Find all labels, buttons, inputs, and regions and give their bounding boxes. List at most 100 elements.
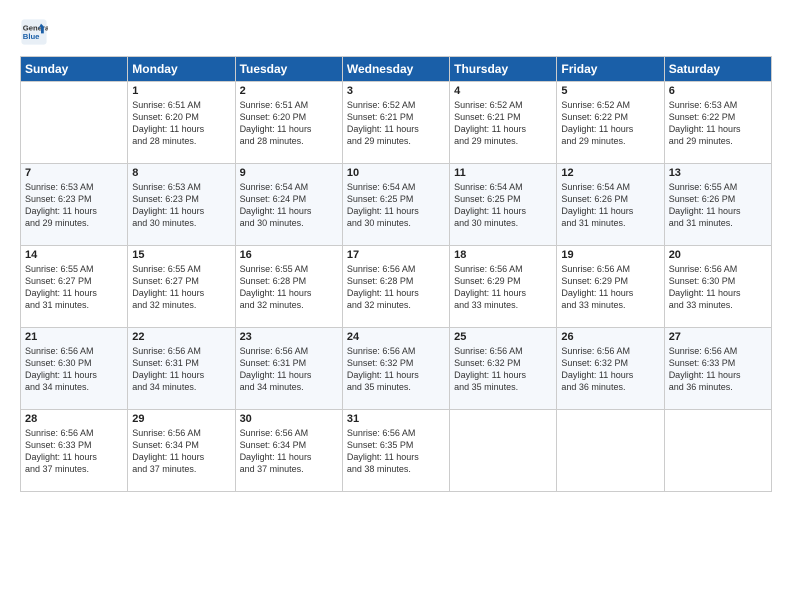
day-cell: 24Sunrise: 6:56 AM Sunset: 6:32 PM Dayli… (342, 328, 449, 410)
day-number: 10 (347, 167, 445, 179)
day-cell: 25Sunrise: 6:56 AM Sunset: 6:32 PM Dayli… (450, 328, 557, 410)
day-number: 16 (240, 249, 338, 261)
day-number: 23 (240, 331, 338, 343)
col-header-saturday: Saturday (664, 57, 771, 82)
col-header-tuesday: Tuesday (235, 57, 342, 82)
day-number: 30 (240, 413, 338, 425)
day-cell: 1Sunrise: 6:51 AM Sunset: 6:20 PM Daylig… (128, 82, 235, 164)
day-cell: 4Sunrise: 6:52 AM Sunset: 6:21 PM Daylig… (450, 82, 557, 164)
col-header-thursday: Thursday (450, 57, 557, 82)
day-cell: 18 Sunrise: 6:56 AM Sunset: 6:29 PM Dayli… (450, 246, 557, 328)
day-number: 26 (561, 331, 659, 343)
day-cell: 19 Sunrise: 6:56 AM Sunset: 6:29 PM Dayli… (557, 246, 664, 328)
day-number: 22 (132, 331, 230, 343)
day-info: Sunrise: 6:56 AM Sunset: 6:30 PM Dayligh… (669, 263, 767, 312)
day-cell: 14 Sunrise: 6:55 AM Sunset: 6:27 PM Dayli… (21, 246, 128, 328)
day-info: Sunrise: 6:56 AM Sunset: 6:31 PM Dayligh… (132, 345, 230, 394)
col-header-wednesday: Wednesday (342, 57, 449, 82)
day-info: Sunrise: 6:55 AM Sunset: 6:27 PM Dayligh… (132, 263, 230, 312)
week-row-1: 1Sunrise: 6:51 AM Sunset: 6:20 PM Daylig… (21, 82, 772, 164)
day-number: 20 (669, 249, 767, 261)
day-info: Sunrise: 6:55 AM Sunset: 6:27 PM Dayligh… (25, 263, 123, 312)
day-number: 4 (454, 85, 552, 97)
day-info: Sunrise: 6:52 AM Sunset: 6:21 PM Dayligh… (347, 99, 445, 148)
day-cell (557, 410, 664, 492)
day-cell: 30 Sunrise: 6:56 AM Sunset: 6:34 PM Dayli… (235, 410, 342, 492)
svg-text:Blue: Blue (23, 32, 40, 41)
day-info: Sunrise: 6:53 AM Sunset: 6:23 PM Dayligh… (25, 181, 123, 230)
day-cell: 15 Sunrise: 6:55 AM Sunset: 6:27 PM Dayli… (128, 246, 235, 328)
col-header-friday: Friday (557, 57, 664, 82)
day-number: 27 (669, 331, 767, 343)
day-cell: 13Sunrise: 6:55 AM Sunset: 6:26 PM Dayli… (664, 164, 771, 246)
day-cell: 16 Sunrise: 6:55 AM Sunset: 6:28 PM Dayli… (235, 246, 342, 328)
calendar-table: SundayMondayTuesdayWednesdayThursdayFrid… (20, 56, 772, 492)
day-cell (450, 410, 557, 492)
day-info: Sunrise: 6:55 AM Sunset: 6:28 PM Dayligh… (240, 263, 338, 312)
day-cell: 31 Sunrise: 6:56 AM Sunset: 6:35 PM Dayli… (342, 410, 449, 492)
day-number: 19 (561, 249, 659, 261)
day-cell: 6 Sunrise: 6:53 AM Sunset: 6:22 PM Daylig… (664, 82, 771, 164)
day-cell (21, 82, 128, 164)
week-row-3: 14 Sunrise: 6:55 AM Sunset: 6:27 PM Dayli… (21, 246, 772, 328)
day-info: Sunrise: 6:56 AM Sunset: 6:33 PM Dayligh… (669, 345, 767, 394)
day-cell: 28Sunrise: 6:56 AM Sunset: 6:33 PM Dayli… (21, 410, 128, 492)
day-cell: 12 Sunrise: 6:54 AM Sunset: 6:26 PM Dayli… (557, 164, 664, 246)
day-number: 24 (347, 331, 445, 343)
day-number: 8 (132, 167, 230, 179)
day-number: 6 (669, 85, 767, 97)
day-info: Sunrise: 6:56 AM Sunset: 6:34 PM Dayligh… (132, 427, 230, 476)
day-number: 12 (561, 167, 659, 179)
day-info: Sunrise: 6:54 AM Sunset: 6:25 PM Dayligh… (454, 181, 552, 230)
day-cell: 2Sunrise: 6:51 AM Sunset: 6:20 PM Daylig… (235, 82, 342, 164)
day-info: Sunrise: 6:56 AM Sunset: 6:28 PM Dayligh… (347, 263, 445, 312)
week-row-5: 28Sunrise: 6:56 AM Sunset: 6:33 PM Dayli… (21, 410, 772, 492)
day-info: Sunrise: 6:55 AM Sunset: 6:26 PM Dayligh… (669, 181, 767, 230)
col-header-sunday: Sunday (21, 57, 128, 82)
day-info: Sunrise: 6:56 AM Sunset: 6:33 PM Dayligh… (25, 427, 123, 476)
day-cell: 29 Sunrise: 6:56 AM Sunset: 6:34 PM Dayli… (128, 410, 235, 492)
day-info: Sunrise: 6:56 AM Sunset: 6:34 PM Dayligh… (240, 427, 338, 476)
header-row: SundayMondayTuesdayWednesdayThursdayFrid… (21, 57, 772, 82)
day-cell: 9 Sunrise: 6:54 AM Sunset: 6:24 PM Daylig… (235, 164, 342, 246)
day-info: Sunrise: 6:56 AM Sunset: 6:35 PM Dayligh… (347, 427, 445, 476)
day-info: Sunrise: 6:56 AM Sunset: 6:32 PM Dayligh… (561, 345, 659, 394)
day-cell: 22 Sunrise: 6:56 AM Sunset: 6:31 PM Dayli… (128, 328, 235, 410)
day-cell: 7 Sunrise: 6:53 AM Sunset: 6:23 PM Daylig… (21, 164, 128, 246)
header: General Blue (20, 18, 772, 46)
day-info: Sunrise: 6:54 AM Sunset: 6:26 PM Dayligh… (561, 181, 659, 230)
day-info: Sunrise: 6:54 AM Sunset: 6:24 PM Dayligh… (240, 181, 338, 230)
day-number: 1 (132, 85, 230, 97)
day-cell: 5Sunrise: 6:52 AM Sunset: 6:22 PM Daylig… (557, 82, 664, 164)
day-cell: 21 Sunrise: 6:56 AM Sunset: 6:30 PM Dayli… (21, 328, 128, 410)
day-cell (664, 410, 771, 492)
day-number: 3 (347, 85, 445, 97)
day-info: Sunrise: 6:53 AM Sunset: 6:23 PM Dayligh… (132, 181, 230, 230)
day-cell: 26 Sunrise: 6:56 AM Sunset: 6:32 PM Dayli… (557, 328, 664, 410)
day-cell: 20 Sunrise: 6:56 AM Sunset: 6:30 PM Dayli… (664, 246, 771, 328)
day-number: 21 (25, 331, 123, 343)
day-number: 25 (454, 331, 552, 343)
day-number: 15 (132, 249, 230, 261)
day-cell: 3 Sunrise: 6:52 AM Sunset: 6:21 PM Daylig… (342, 82, 449, 164)
svg-text:General: General (23, 24, 48, 33)
day-info: Sunrise: 6:54 AM Sunset: 6:25 PM Dayligh… (347, 181, 445, 230)
day-number: 9 (240, 167, 338, 179)
day-cell: 11Sunrise: 6:54 AM Sunset: 6:25 PM Dayli… (450, 164, 557, 246)
week-row-4: 21 Sunrise: 6:56 AM Sunset: 6:30 PM Dayli… (21, 328, 772, 410)
day-number: 29 (132, 413, 230, 425)
day-info: Sunrise: 6:52 AM Sunset: 6:22 PM Dayligh… (561, 99, 659, 148)
day-number: 7 (25, 167, 123, 179)
day-cell: 10 Sunrise: 6:54 AM Sunset: 6:25 PM Dayli… (342, 164, 449, 246)
day-cell: 17Sunrise: 6:56 AM Sunset: 6:28 PM Dayli… (342, 246, 449, 328)
day-info: Sunrise: 6:56 AM Sunset: 6:31 PM Dayligh… (240, 345, 338, 394)
logo-icon: General Blue (20, 18, 48, 46)
day-info: Sunrise: 6:56 AM Sunset: 6:30 PM Dayligh… (25, 345, 123, 394)
day-info: Sunrise: 6:56 AM Sunset: 6:29 PM Dayligh… (454, 263, 552, 312)
day-number: 31 (347, 413, 445, 425)
day-info: Sunrise: 6:56 AM Sunset: 6:29 PM Dayligh… (561, 263, 659, 312)
day-number: 18 (454, 249, 552, 261)
day-number: 14 (25, 249, 123, 261)
day-cell: 23 Sunrise: 6:56 AM Sunset: 6:31 PM Dayli… (235, 328, 342, 410)
day-info: Sunrise: 6:53 AM Sunset: 6:22 PM Dayligh… (669, 99, 767, 148)
